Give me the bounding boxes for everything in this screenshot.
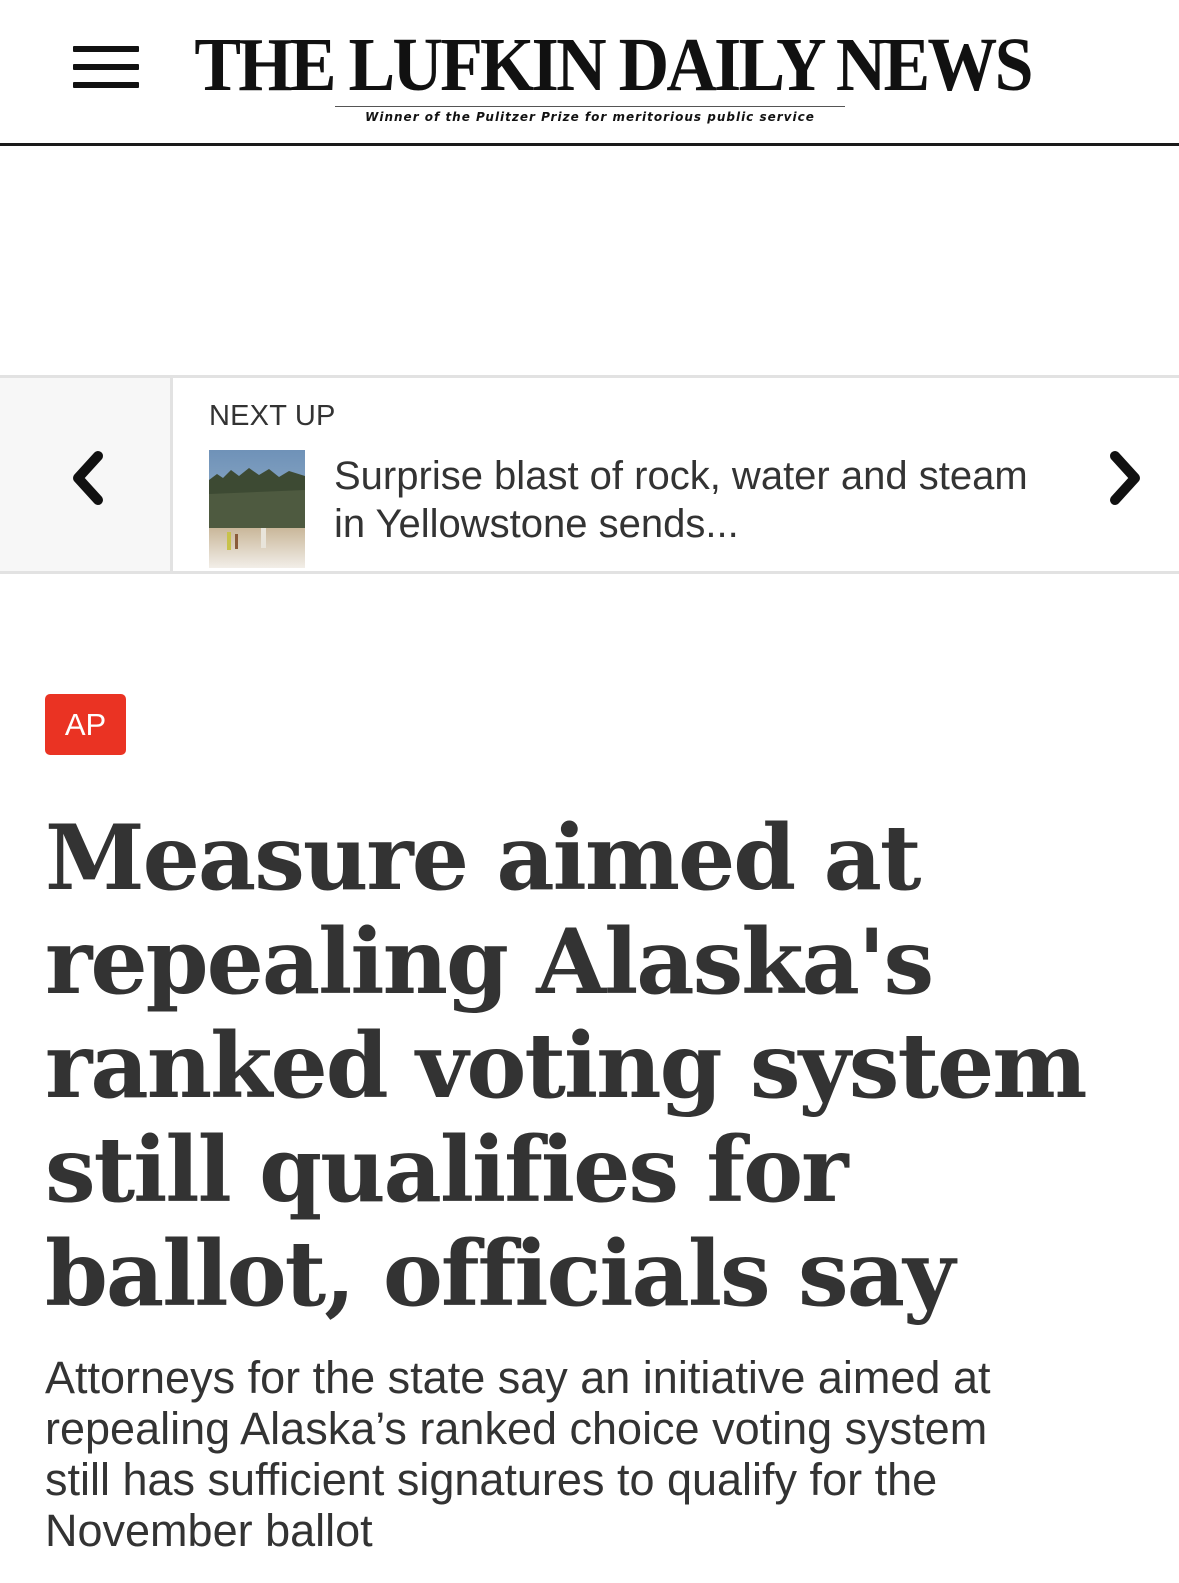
hamburger-line	[73, 46, 139, 52]
site-logo[interactable]: THE LUFKIN DAILY NEWS Winner of the Puli…	[160, 20, 1033, 124]
next-up-bar: NEXT UP Surprise blast of rock, water an…	[0, 375, 1179, 574]
hamburger-menu-icon[interactable]	[73, 44, 141, 92]
site-header: THE LUFKIN DAILY NEWS Winner of the Puli…	[0, 0, 1179, 146]
next-story-button[interactable]	[1069, 378, 1179, 571]
hamburger-line	[73, 82, 139, 88]
chevron-right-icon	[1110, 451, 1140, 505]
next-up-headline-link[interactable]: Surprise blast of rock, water and steam …	[334, 452, 1034, 548]
source-badge[interactable]: AP	[45, 694, 126, 755]
yellowstone-thumbnail-image	[209, 450, 305, 568]
site-title: THE LUFKIN DAILY NEWS	[194, 23, 1033, 107]
hamburger-line	[73, 64, 139, 70]
previous-story-button[interactable]	[0, 378, 173, 571]
article-headline: Measure aimed at repealing Alaska's rank…	[45, 805, 1088, 1327]
article-summary: Attorneys for the state say an initiativ…	[45, 1352, 991, 1556]
next-up-thumbnail[interactable]	[209, 450, 305, 568]
ad-placeholder	[0, 149, 1179, 375]
next-up-label: NEXT UP	[209, 400, 336, 432]
site-tagline: Winner of the Pulitzer Prize for meritor…	[365, 110, 815, 124]
chevron-left-icon	[73, 451, 103, 505]
